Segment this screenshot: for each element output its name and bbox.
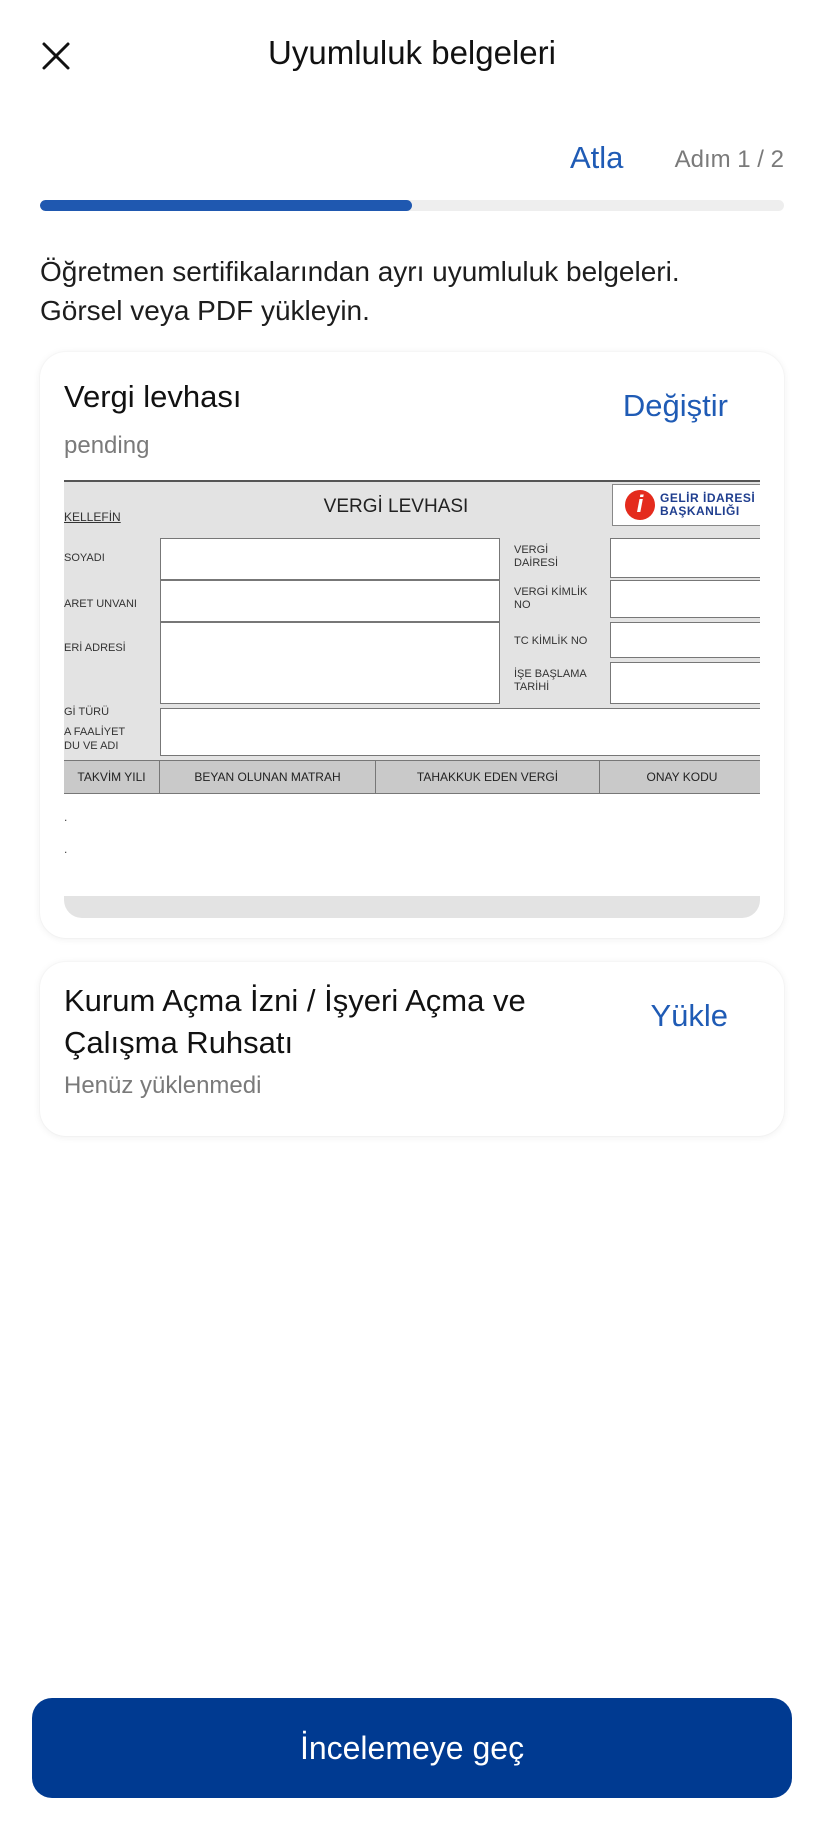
preview-row-mark: . [64,810,68,824]
preview-label: NO [514,599,531,611]
preview-table-body: . . [64,794,760,896]
preview-label: SOYADI [64,552,105,564]
document-preview[interactable]: KELLEFİN VERGİ LEVHASI i GELİR İDARESİ B… [64,480,760,918]
preview-row-mark: . [64,842,68,856]
header: Uyumluluk belgeleri [0,0,824,115]
preview-field-box [610,622,760,658]
preview-label: TARİHİ [514,681,550,693]
preview-column: TAKVİM YILI [64,761,160,793]
document-card-work-permit: Kurum Açma İzni / İşyeri Açma ve Çalışma… [40,962,784,1136]
preview-field-box [160,622,500,704]
preview-label: TC KİMLİK NO [514,635,588,647]
preview-label: DU VE ADI [64,740,119,752]
skip-link[interactable]: Atla [570,140,623,176]
document-status: pending [64,432,150,459]
document-status: Henüz yüklenmedi [64,1072,262,1099]
progress-bar [40,200,784,211]
description: Öğretmen sertifikalarından ayrı uyumlulu… [40,252,784,330]
replace-document-button[interactable]: Değiştir [623,388,728,424]
page-title: Uyumluluk belgeleri [268,34,556,71]
preview-label: Gİ TÜRÜ [64,706,110,718]
document-card-tax-plate: Vergi levhası pending Değiştir KELLEFİN … [40,352,784,938]
preview-table-header: TAKVİM YILI BEYAN OLUNAN MATRAH TAHAKKUK… [64,760,760,794]
preview-field-box [610,662,760,704]
gib-logo-mark-icon: i [625,490,655,520]
preview-field-box [160,708,760,756]
preview-field-box [160,580,500,622]
preview-label: ERİ ADRESİ [64,642,126,654]
gib-logo: i GELİR İDARESİ BAŞKANLIĞI [612,484,760,526]
preview-label: A FAALİYET [64,726,126,738]
preview-field-box [160,538,500,580]
document-title-line-1: Kurum Açma İzni / İşyeri Açma ve [64,983,526,1018]
document-title-line-2: Çalışma Ruhsatı [64,1025,294,1060]
preview-column: BEYAN OLUNAN MATRAH [160,761,376,793]
preview-label: ARET UNVANI [64,598,137,610]
preview-label: VERGİ [514,544,549,556]
preview-field-box [610,538,760,578]
upload-document-button[interactable]: Yükle [650,998,728,1034]
progress-bar-fill [40,200,412,211]
document-title: Vergi levhası [64,379,242,414]
document-title: Kurum Açma İzni / İşyeri Açma ve Çalışma… [64,980,604,1064]
step-indicator: Adım 1 / 2 [674,146,784,173]
preview-column: TAHAKKUK EDEN VERGİ [376,761,600,793]
compliance-documents-screen: Uyumluluk belgeleri Atla Adım 1 / 2 Öğre… [0,0,824,1830]
preview-field-box [610,580,760,618]
preview-label: VERGİ KİMLİK [514,586,588,598]
proceed-to-review-button[interactable]: İncelemeye geç [32,1698,792,1798]
logo-line-2: BAŞKANLIĞI [660,504,740,518]
description-line-2: Görsel veya PDF yükleyin. [40,295,370,326]
preview-label: DAİRESİ [514,557,559,569]
preview-label: İŞE BAŞLAMA [514,668,587,680]
preview-column: ONAY KODU [646,770,718,784]
description-line-1: Öğretmen sertifikalarından ayrı uyumlulu… [40,256,680,287]
